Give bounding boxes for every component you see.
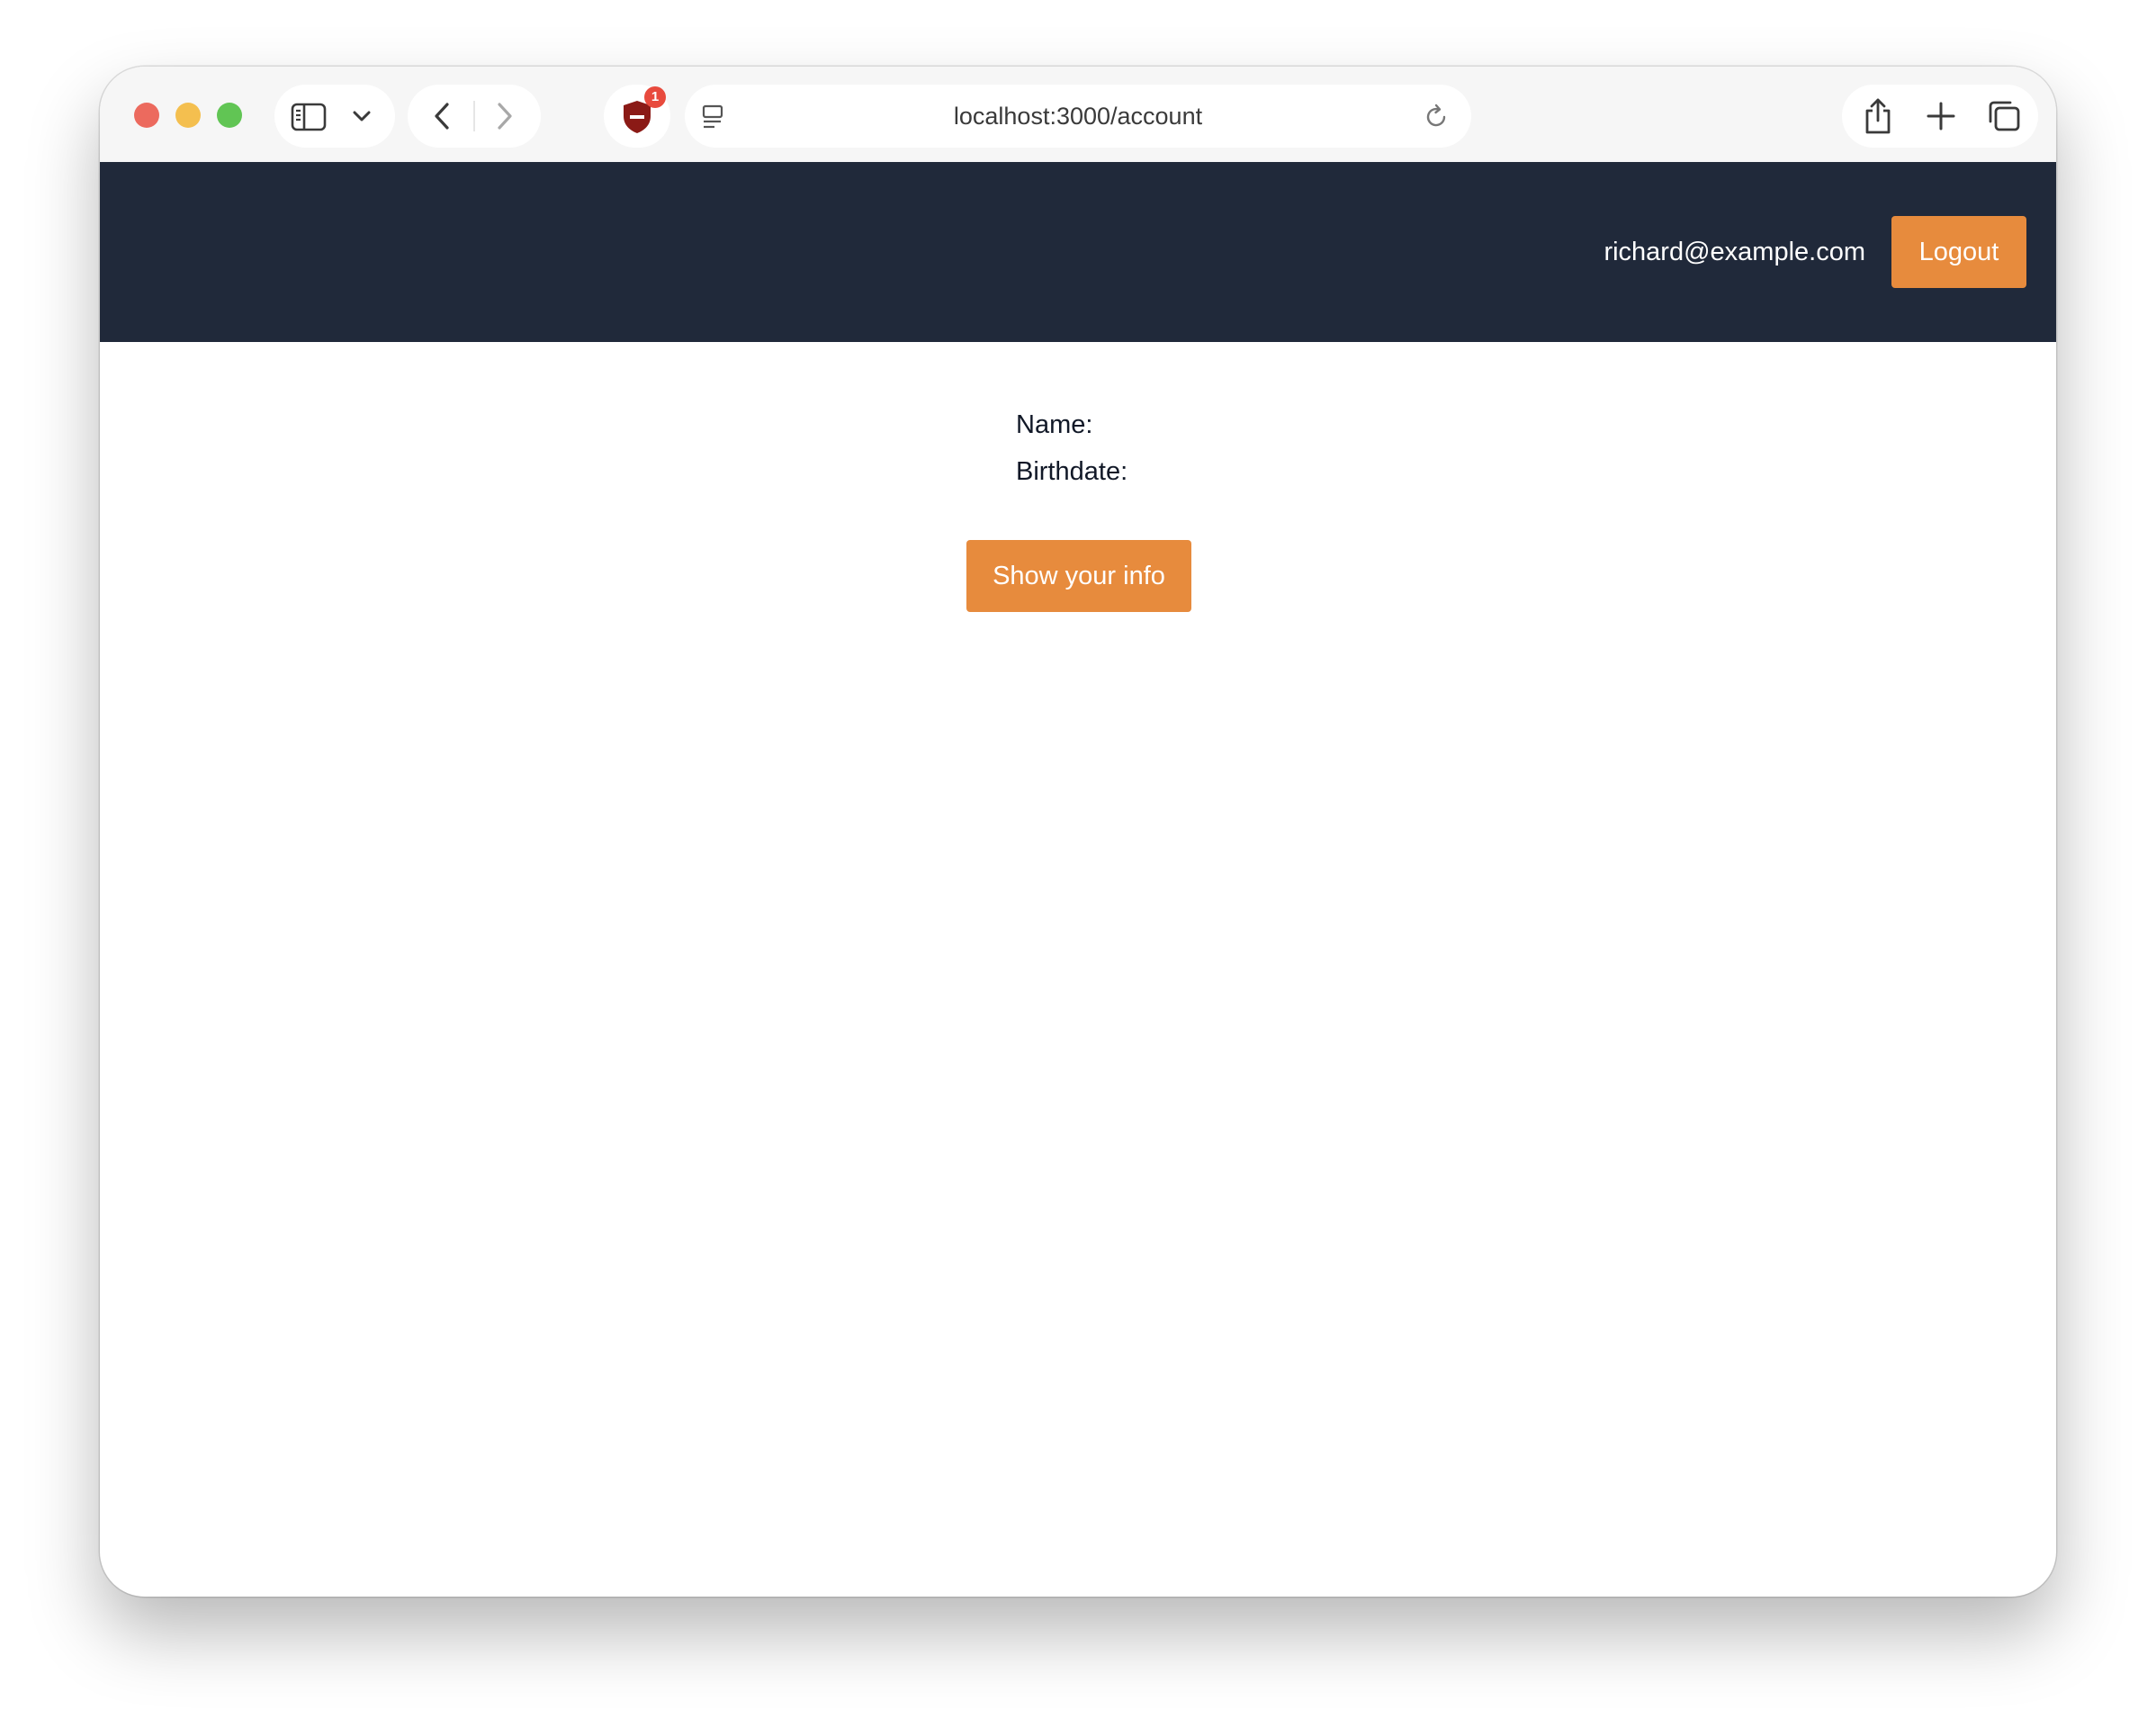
tabs-overview-icon[interactable]	[1986, 99, 2022, 133]
chevron-right-icon[interactable]	[494, 101, 516, 131]
user-email: richard@example.com	[1604, 238, 1865, 266]
browser-toolbar: 1 localhost:3000/account	[100, 67, 2056, 162]
share-icon[interactable]	[1862, 96, 1894, 136]
plus-icon[interactable]	[1925, 100, 1957, 132]
close-window-button[interactable]	[134, 103, 159, 128]
app-navbar: richard@example.com Logout	[100, 162, 2056, 342]
name-label: Name:	[1016, 410, 1093, 439]
address-bar[interactable]: localhost:3000/account	[685, 85, 1471, 148]
chevron-left-icon[interactable]	[431, 101, 453, 131]
account-info: Name: Birthdate:	[1016, 401, 1127, 495]
browser-window: 1 localhost:3000/account richard@example…	[100, 67, 2056, 1597]
reload-icon[interactable]	[1423, 104, 1450, 130]
show-info-button[interactable]: Show your info	[966, 540, 1191, 612]
extension-badge: 1	[644, 86, 666, 108]
screen: 1 localhost:3000/account richard@example…	[0, 0, 2156, 1728]
chevron-down-icon[interactable]	[352, 108, 372, 124]
navigation-control	[408, 85, 541, 148]
sidebar-icon[interactable]	[291, 103, 327, 131]
zoom-window-button[interactable]	[217, 103, 242, 128]
minimize-window-button[interactable]	[175, 103, 201, 128]
logout-button[interactable]: Logout	[1891, 216, 2026, 288]
url-text: localhost:3000/account	[953, 103, 1203, 130]
birthdate-label: Birthdate:	[1016, 457, 1128, 486]
sidebar-control	[274, 85, 395, 148]
nav-divider	[473, 101, 475, 131]
window-actions	[1842, 85, 2038, 148]
